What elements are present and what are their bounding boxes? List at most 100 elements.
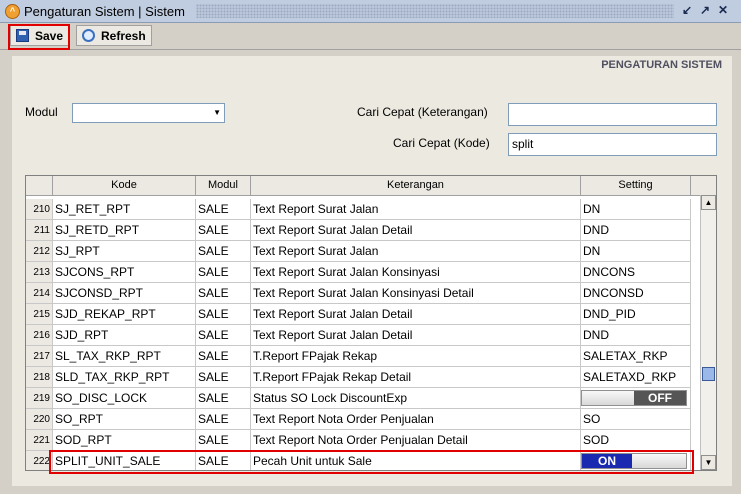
row-number: 220 (26, 409, 53, 430)
kode-cell: SJ_RPT (53, 241, 196, 262)
refresh-button[interactable]: Refresh (76, 25, 152, 46)
save-highlight (8, 24, 70, 50)
setting-header[interactable]: Setting (581, 176, 691, 195)
row-number: 212 (26, 241, 53, 262)
row-number: 211 (26, 220, 53, 241)
kode-cell: SJCONSD_RPT (53, 283, 196, 304)
table-header: Kode Modul Keterangan Setting (26, 176, 716, 196)
cari-keterangan-input[interactable] (508, 103, 717, 126)
settings-table: Kode Modul Keterangan Setting 210 SJ_RET_… (25, 175, 717, 471)
modul-label: Modul (25, 105, 58, 119)
keterangan-cell: Status SO Lock DiscountExp (251, 388, 581, 409)
keterangan-cell: Text Report Surat Jalan Konsinyasi Detai… (251, 283, 581, 304)
modul-cell: SALE (196, 241, 251, 262)
modul-cell: SALE (196, 388, 251, 409)
row-number: 217 (26, 346, 53, 367)
kode-cell: SO_DISC_LOCK (53, 388, 196, 409)
scroll-thumb[interactable] (702, 367, 715, 381)
setting-cell[interactable]: DNCONS (581, 262, 691, 283)
kode-cell: SL_TAX_RKP_RPT (53, 346, 196, 367)
table-row[interactable]: 211 SJ_RETD_RPT SALE Text Report Surat Jala… (26, 220, 701, 241)
keterangan-cell: Text Report Surat Jalan (251, 199, 581, 220)
kode-cell: SJD_REKAP_RPT (53, 304, 196, 325)
refresh-label: Refresh (101, 28, 146, 43)
keterangan-cell: T.Report FPajak Rekap (251, 346, 581, 367)
row-number: 210 (26, 199, 53, 220)
panel-title: PENGATURAN SISTEM (601, 59, 722, 71)
window-title: Pengaturan Sistem | Sistem (24, 4, 185, 19)
modul-header[interactable]: Modul (196, 176, 251, 195)
modul-cell: SALE (196, 199, 251, 220)
modul-cell: SALE (196, 367, 251, 388)
row-number: 221 (26, 430, 53, 451)
refresh-icon (82, 29, 95, 42)
table-row[interactable]: 215 SJD_REKAP_RPT SALE Text Report Surat Ja… (26, 304, 701, 325)
rownum-header (26, 176, 53, 195)
kode-cell: SJ_RETD_RPT (53, 220, 196, 241)
vertical-scrollbar[interactable]: ▲ ▼ (700, 195, 716, 470)
row-highlight (49, 450, 694, 474)
toolbar: Save Refresh (0, 23, 741, 50)
maximize-icon[interactable]: ↗ (698, 3, 712, 17)
setting-cell[interactable]: DN (581, 241, 691, 262)
setting-cell[interactable]: DND (581, 220, 691, 241)
keterangan-cell: Text Report Surat Jalan Detail (251, 220, 581, 241)
toggle-label: OFF (634, 391, 686, 405)
table-row[interactable]: 221 SOD_RPT SALE Text Report Nota Order Pen… (26, 430, 701, 451)
setting-cell[interactable]: DND_PID (581, 304, 691, 325)
table-row[interactable]: 218 SLD_TAX_RKP_RPT SALE T.Report FPajak Re… (26, 367, 701, 388)
setting-cell[interactable]: SALETAX_RKP (581, 346, 691, 367)
modul-select[interactable]: ▼ (72, 103, 225, 123)
keterangan-cell: Text Report Nota Order Penjualan (251, 409, 581, 430)
keterangan-cell: Text Report Nota Order Penjualan Detail (251, 430, 581, 451)
keterangan-cell: Text Report Surat Jalan Konsinyasi (251, 262, 581, 283)
setting-cell[interactable]: SOD (581, 430, 691, 451)
table-row[interactable]: 217 SL_TAX_RKP_RPT SALE T.Report FPajak Rek… (26, 346, 701, 367)
modul-cell: SALE (196, 220, 251, 241)
kode-cell: SOD_RPT (53, 430, 196, 451)
minimize-icon[interactable]: ↙ (680, 3, 694, 17)
setting-cell[interactable]: DND (581, 325, 691, 346)
row-number: 219 (26, 388, 53, 409)
table-row[interactable]: 212 SJ_RPT SALE Text Report Surat Jalan DN (26, 241, 701, 262)
keterangan-header[interactable]: Keterangan (251, 176, 581, 195)
kode-cell: SJ_RET_RPT (53, 199, 196, 220)
kode-cell: SJCONS_RPT (53, 262, 196, 283)
close-icon[interactable]: ✕ (716, 3, 730, 17)
table-row[interactable]: 219 SO_DISC_LOCK SALE Status SO Lock Discou… (26, 388, 701, 409)
keterangan-cell: Text Report Surat Jalan (251, 241, 581, 262)
table-row[interactable]: 210 SJ_RET_RPT SALE Text Report Surat Jalan… (26, 199, 701, 220)
modul-cell: SALE (196, 346, 251, 367)
setting-cell[interactable]: DNCONSD (581, 283, 691, 304)
scroll-up-icon[interactable]: ▲ (701, 195, 716, 210)
cari-kode-input[interactable]: split (508, 133, 717, 156)
table-row[interactable]: 213 SJCONS_RPT SALE Text Report Surat Jalan… (26, 262, 701, 283)
setting-cell[interactable]: OFF (581, 388, 691, 409)
modul-cell: SALE (196, 304, 251, 325)
modul-cell: SALE (196, 325, 251, 346)
table-row[interactable]: 214 SJCONSD_RPT SALE Text Report Surat Jala… (26, 283, 701, 304)
modul-cell: SALE (196, 409, 251, 430)
setting-toggle[interactable]: OFF (581, 390, 687, 406)
row-number: 215 (26, 304, 53, 325)
keterangan-cell: Text Report Surat Jalan Detail (251, 304, 581, 325)
setting-cell[interactable]: DN (581, 199, 691, 220)
kode-cell: SO_RPT (53, 409, 196, 430)
row-number: 216 (26, 325, 53, 346)
app-icon: ^ (5, 4, 20, 19)
cari-keterangan-label: Cari Cepat (Keterangan) (357, 105, 488, 119)
row-number: 213 (26, 262, 53, 283)
modul-cell: SALE (196, 283, 251, 304)
kode-cell: SJD_RPT (53, 325, 196, 346)
setting-cell[interactable]: SO (581, 409, 691, 430)
modul-cell: SALE (196, 430, 251, 451)
modul-cell: SALE (196, 262, 251, 283)
setting-cell[interactable]: SALETAXD_RKP (581, 367, 691, 388)
table-row[interactable]: 220 SO_RPT SALE Text Report Nota Order Penj… (26, 409, 701, 430)
title-bar-grip (196, 4, 674, 18)
scroll-down-icon[interactable]: ▼ (701, 455, 716, 470)
table-row[interactable]: 216 SJD_RPT SALE Text Report Surat Jalan De… (26, 325, 701, 346)
kode-header[interactable]: Kode (53, 176, 196, 195)
row-number: 214 (26, 283, 53, 304)
keterangan-cell: T.Report FPajak Rekap Detail (251, 367, 581, 388)
